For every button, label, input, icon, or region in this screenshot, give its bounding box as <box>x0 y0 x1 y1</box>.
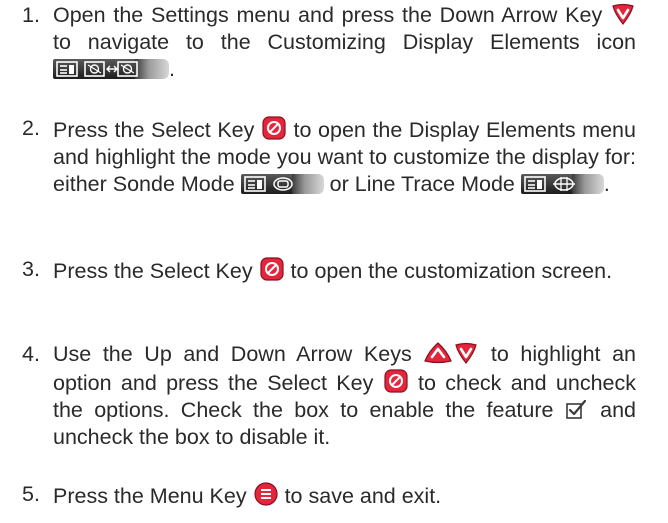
step-text: Use the Up and Down Arrow Keys <box>53 342 412 366</box>
step-1: 1. Open the Settings menu and press the … <box>22 2 636 83</box>
menu-key-icon <box>253 482 278 506</box>
checked-box-icon <box>565 399 586 419</box>
step-number: 1. <box>22 3 40 27</box>
step-number: 5. <box>22 482 40 506</box>
step-text: Open the Settings menu and press the Dow… <box>53 3 603 27</box>
select-key-icon <box>259 257 284 281</box>
step-text: . <box>603 172 610 196</box>
down-arrow-key-icon <box>612 3 634 25</box>
customize-display-icon <box>53 59 169 79</box>
sonde-mode-icon <box>240 174 324 194</box>
step-4: 4. Use the Up and Down Arrow Keys to hig… <box>22 341 636 451</box>
step-text: Press the Menu Key <box>53 484 247 508</box>
step-5: 5. Press the Menu Key to save and exit. <box>22 481 636 510</box>
step-number: 3. <box>22 257 40 281</box>
select-key-icon <box>262 116 286 140</box>
step-text: Press the Select Key <box>53 259 253 283</box>
select-key-icon <box>384 369 408 393</box>
step-text: to open the customization screen. <box>290 259 613 283</box>
down-arrow-key-icon <box>455 342 478 364</box>
step-2: 2. Press the Select Key to open the Disp… <box>22 115 636 198</box>
step-text: Press the Select Key <box>53 118 255 142</box>
step-text: . <box>169 57 175 81</box>
instruction-page: 1. Open the Settings menu and press the … <box>0 0 668 523</box>
step-number: 4. <box>22 342 40 366</box>
step-3: 3. Press the Select Key to open the cust… <box>22 256 636 285</box>
step-text: to save and exit. <box>284 484 442 508</box>
step-number: 2. <box>22 116 40 140</box>
step-text: to navigate to the Customizing Display E… <box>53 30 636 54</box>
line-trace-mode-icon <box>520 174 604 194</box>
up-arrow-key-icon <box>424 342 453 364</box>
step-text: or Line Trace Mode <box>329 172 515 196</box>
